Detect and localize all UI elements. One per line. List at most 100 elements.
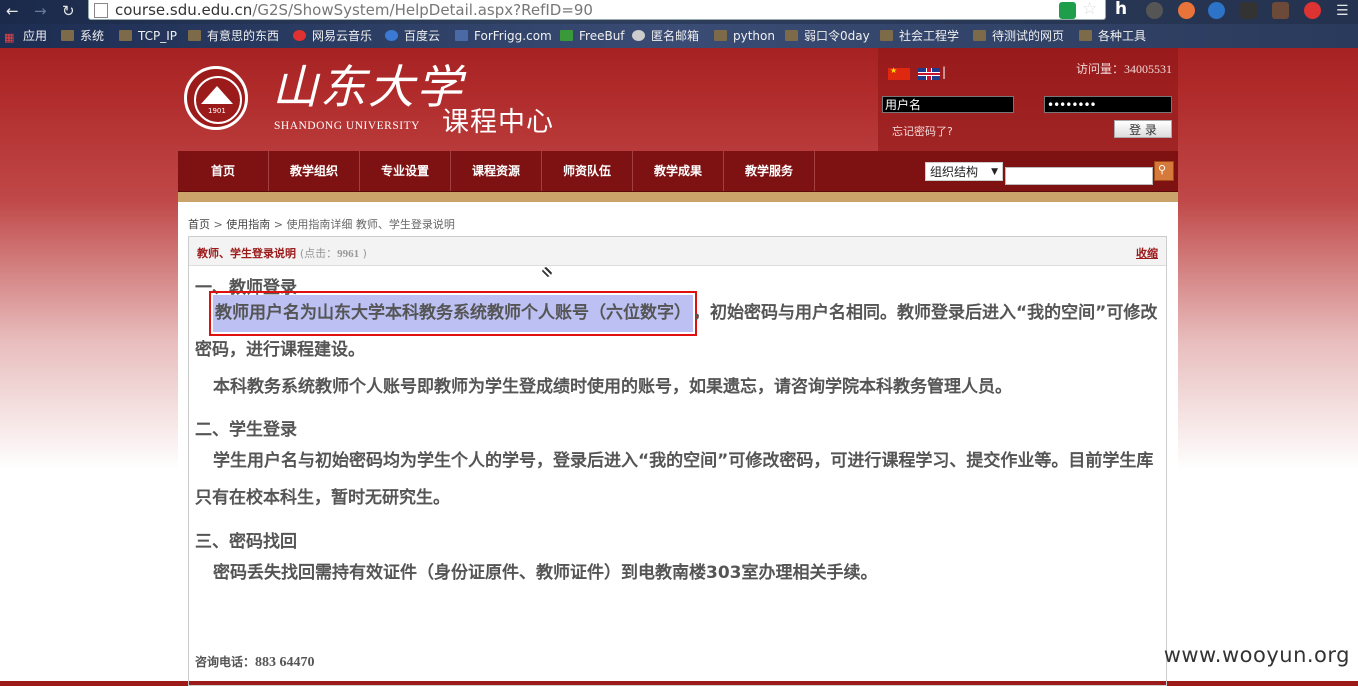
bookmark-folder[interactable]: 系统 — [61, 28, 104, 44]
bookmark-folder[interactable]: 待测试的网页 — [973, 28, 1064, 44]
visit-counter: 访问量：34005531 — [1075, 62, 1172, 76]
folder-icon — [61, 30, 74, 41]
forgot-password-link[interactable]: 忘记密码了? — [892, 123, 953, 139]
article-header: 教师、学生登录说明 (点击：9961 ) 收缩 — [189, 237, 1166, 266]
url-path: /G2S/ShowSystem/HelpDetail.aspx?RefID=90 — [252, 1, 593, 19]
breadcrumb-current: 使用指南详细 教师、学生登录说明 — [286, 218, 455, 231]
bookmark-folder[interactable]: 有意思的东西 — [188, 28, 279, 44]
chinese-flag-icon[interactable] — [888, 66, 910, 80]
article-box: 教师、学生登录说明 (点击：9961 ) 收缩 一、教师登录 教师用户名为山东大… — [188, 236, 1167, 686]
bookmark-link[interactable]: ForFrigg.com — [455, 28, 552, 44]
paragraph-teacher-note: 本科教务系统教师个人账号即教师为学生登成绩时使用的账号，如果遗忘，请咨询学院本科… — [213, 377, 1012, 397]
breadcrumb-separator: > — [210, 218, 227, 231]
at-sign-icon — [632, 30, 645, 41]
breadcrumb-separator: > — [270, 218, 287, 231]
section-heading-student: 二、学生登录 — [195, 420, 297, 440]
nav-item-faculty[interactable]: 师资队伍 — [542, 151, 633, 191]
main-nav: 首页 教学组织 专业设置 课程资源 师资队伍 教学成果 教学服务 组织结构 ▼ … — [178, 151, 1178, 192]
folder-icon — [785, 30, 798, 41]
clock-extension-icon[interactable] — [1146, 2, 1163, 19]
netease-music-icon — [293, 30, 306, 41]
bookmark-folder[interactable]: 社会工程学 — [880, 28, 959, 44]
extension-red-icon[interactable] — [1304, 2, 1321, 19]
shield-extension-icon[interactable] — [1059, 2, 1076, 19]
click-count: (点击：9961 ) — [299, 247, 367, 260]
folder-icon — [1079, 30, 1092, 41]
watermark: www.wooyun.org — [1163, 643, 1350, 667]
bookmarks-bar: ▦ 应用 系统 TCP_IP 有意思的东西 网易云音乐 百度云 ForFrigg.… — [0, 24, 1358, 48]
nav-search-button[interactable]: ⚲ — [1154, 161, 1174, 181]
nav-item-majors[interactable]: 专业设置 — [360, 151, 451, 191]
nav-item-services[interactable]: 教学服务 — [724, 151, 815, 191]
extension-mask-icon[interactable] — [1240, 2, 1257, 19]
header-divider — [178, 192, 1178, 202]
menu-icon[interactable]: ☰ — [1336, 2, 1349, 20]
university-seal-logo[interactable]: 1901 — [184, 66, 248, 130]
nav-search-input[interactable] — [1005, 167, 1153, 185]
site-header: 1901 山东大学 SHANDONG UNIVERSITY 课程中心 | 访问量… — [178, 48, 1178, 151]
logo-calligraphy: 山东大学 — [272, 60, 464, 114]
bookmark-folder[interactable]: 弱口令0day — [785, 28, 870, 44]
logo-english-name: SHANDONG UNIVERSITY — [274, 120, 420, 132]
bookmark-link[interactable]: 百度云 — [385, 28, 440, 44]
breadcrumb-home[interactable]: 首页 — [188, 218, 210, 231]
baidu-cloud-icon — [385, 30, 398, 41]
password-input[interactable] — [1044, 96, 1172, 113]
page-icon — [94, 3, 108, 18]
browser-toolbar: ← → ↻ course.sdu.edu.cn/G2S/ShowSystem/H… — [0, 0, 1358, 24]
address-bar[interactable]: course.sdu.edu.cn/G2S/ShowSystem/HelpDet… — [88, 0, 1106, 20]
org-select-value: 组织结构 — [930, 165, 979, 179]
paragraph-recovery: 密码丢失找回需持有效证件（身份证原件、教师证件）到电教南楼303室办理相关手续。 — [213, 563, 878, 583]
highlighted-text: 教师用户名为山东大学本科教务系统教师个人账号（六位数字） — [209, 291, 697, 336]
bookmark-link[interactable]: 匿名邮箱 — [632, 28, 699, 44]
url-host: course.sdu.edu.cn — [115, 1, 253, 19]
site-title: 课程中心 — [442, 107, 554, 138]
extension-orange-icon[interactable] — [1178, 2, 1195, 19]
bookmark-link[interactable]: 网易云音乐 — [293, 28, 372, 44]
paragraph-teacher-account: 教师用户名为山东大学本科教务系统教师个人账号（六位数字） ，初始密码与用户名相同。… — [195, 291, 1160, 369]
seal-mountain-icon — [201, 86, 233, 104]
folder-icon — [973, 30, 986, 41]
flag-separator: | — [942, 65, 947, 79]
search-icon: ⚲ — [1158, 163, 1167, 176]
username-input[interactable] — [882, 96, 1014, 113]
paragraph-student-account: 学生用户名与初始密码均为学生个人的学号，登录后进入“我的空间”可修改密码，可进行… — [195, 451, 1154, 508]
nav-item-teaching-org[interactable]: 教学组织 — [269, 151, 360, 191]
nav-item-course-resources[interactable]: 课程资源 — [451, 151, 542, 191]
bookmark-folder[interactable]: python — [714, 28, 775, 44]
collapse-link[interactable]: 收缩 — [1136, 245, 1158, 261]
back-arrow-icon[interactable]: ← — [6, 2, 19, 20]
extension-figure-icon[interactable] — [1272, 2, 1289, 19]
breadcrumb-guide[interactable]: 使用指南 — [226, 218, 270, 231]
content-area: 首页 > 使用指南 > 使用指南详细 教师、学生登录说明 教师、学生登录说明 (… — [178, 202, 1178, 686]
mouse-cursor-icon — [542, 267, 552, 277]
bookmark-link[interactable]: FreeBuf — [560, 28, 625, 44]
folder-icon — [119, 30, 132, 41]
folder-icon — [188, 30, 201, 41]
uk-flag-icon[interactable] — [918, 68, 940, 80]
login-button[interactable]: 登 录 — [1114, 120, 1172, 138]
section-heading-recovery: 三、密码找回 — [195, 532, 297, 552]
h-extension-icon[interactable]: h — [1115, 0, 1127, 18]
dropdown-arrow-icon: ▼ — [991, 167, 998, 177]
contact-phone: 咨询电话：883 64470 — [195, 655, 315, 670]
folder-icon — [714, 30, 727, 41]
login-panel: | 访问量：34005531 忘记密码了? 登 录 — [878, 48, 1178, 151]
extension-v-icon[interactable] — [1208, 2, 1225, 19]
seal-year: 1901 — [208, 107, 226, 115]
freebuf-icon — [560, 30, 573, 41]
page-icon — [455, 30, 468, 41]
bookmark-star-icon[interactable]: ☆ — [1082, 0, 1097, 18]
bookmark-apps[interactable]: ▦ 应用 — [4, 28, 47, 45]
bookmark-folder[interactable]: 各种工具 — [1079, 28, 1146, 44]
folder-icon — [880, 30, 893, 41]
nav-item-achievements[interactable]: 教学成果 — [633, 151, 724, 191]
org-structure-select[interactable]: 组织结构 ▼ — [925, 162, 1003, 181]
forward-arrow-icon[interactable]: → — [34, 2, 47, 20]
apps-grid-icon: ▦ — [4, 31, 15, 44]
breadcrumb: 首页 > 使用指南 > 使用指南详细 教师、学生登录说明 — [188, 216, 455, 232]
reload-icon[interactable]: ↻ — [62, 2, 75, 20]
nav-item-home[interactable]: 首页 — [178, 151, 269, 191]
article-title: 教师、学生登录说明 (点击：9961 ) — [197, 247, 367, 260]
bookmark-folder[interactable]: TCP_IP — [119, 28, 177, 44]
